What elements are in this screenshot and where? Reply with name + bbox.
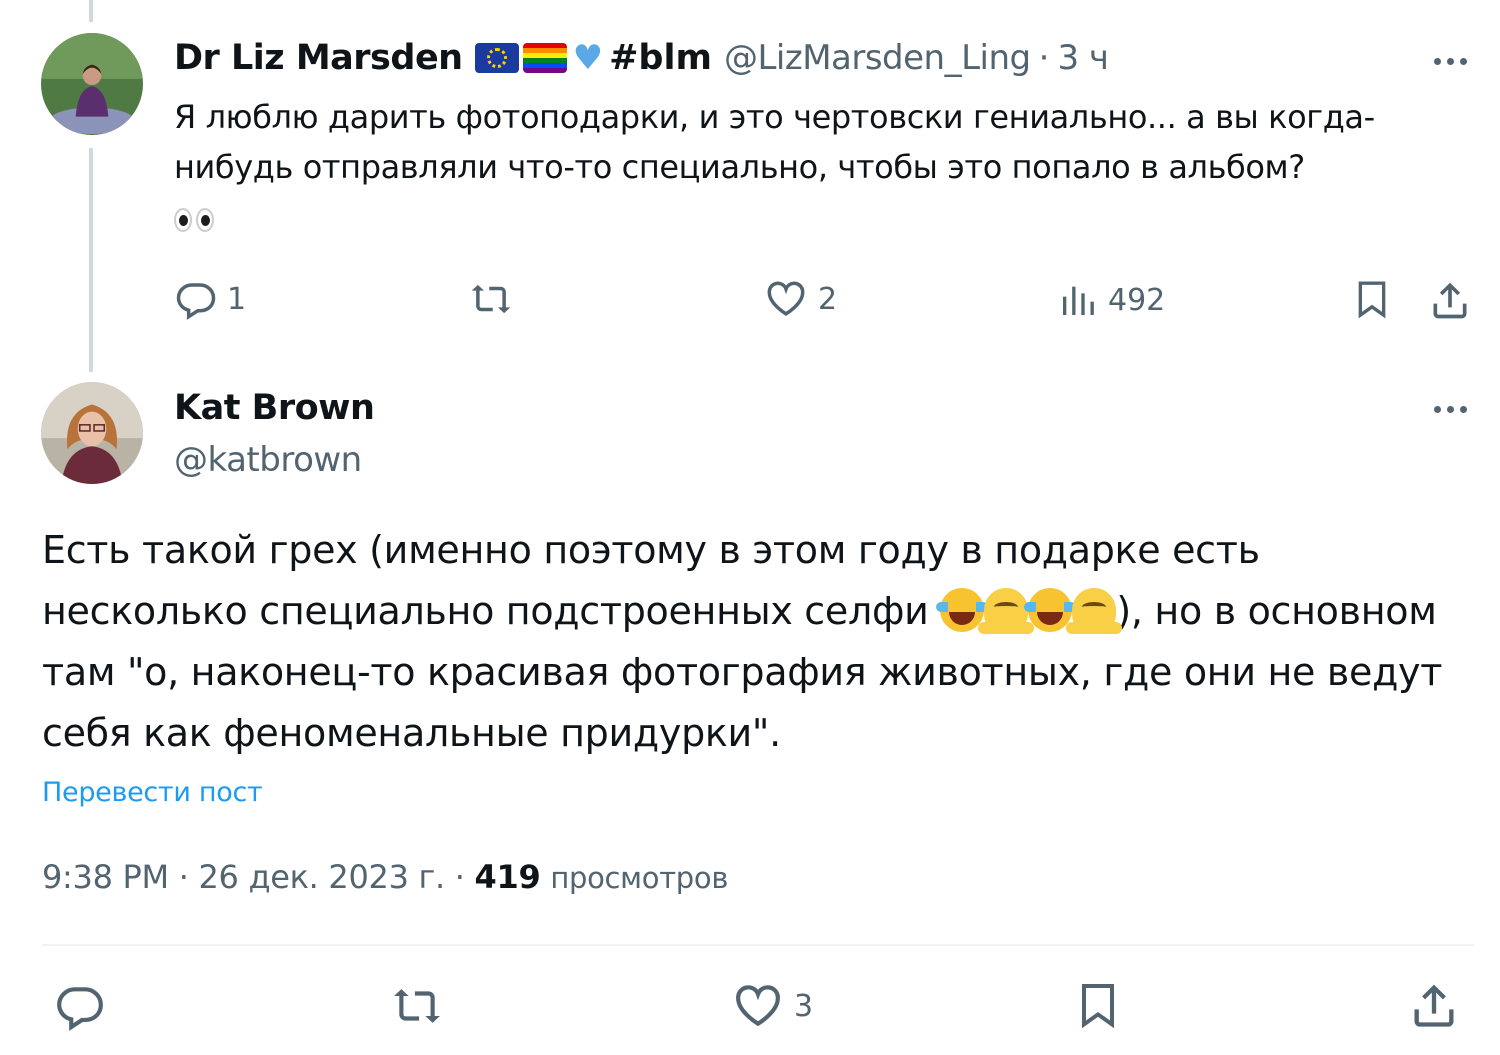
thread-connector (89, 148, 93, 372)
retweet-button[interactable] (388, 981, 446, 1031)
rainbow-flag-icon (522, 43, 567, 73)
author-handle[interactable]: @katbrown (174, 440, 362, 480)
name-hashtag: #blm (609, 38, 712, 78)
tweet1-body: Я люблю дарить фотоподарки, и это чертов… (174, 92, 1444, 242)
retweet-icon (394, 989, 440, 1023)
tweet-thread: Dr Liz Marsden ♥ #blm @LizMarsden_Ling ·… (0, 0, 1500, 1055)
heart-icon (736, 985, 780, 1027)
views-count: 492 (1108, 282, 1166, 318)
melting-face-emoji-icon (1066, 588, 1123, 634)
share-button[interactable] (1428, 278, 1472, 322)
author-name[interactable]: Dr Liz Marsden (174, 38, 463, 78)
post-views-label: просмотров (550, 861, 729, 895)
tweet2-body: Есть такой грех (именно поэтому в этом г… (42, 520, 1462, 764)
reply-icon (176, 283, 216, 320)
retweet-button[interactable] (468, 278, 514, 320)
post-time[interactable]: 3 ч (1057, 38, 1109, 78)
avatar-liz-marsden[interactable] (41, 33, 143, 135)
blue-heart-icon: ♥ (572, 38, 604, 78)
translate-post-link[interactable]: Перевести пост (42, 777, 263, 808)
share-icon (1433, 282, 1467, 319)
like-button[interactable]: 2 (764, 278, 837, 320)
views-icon (1063, 286, 1094, 315)
views-button[interactable]: 492 (1058, 280, 1165, 320)
tweet1-text: Я люблю дарить фотоподарки, и это чертов… (174, 98, 1375, 186)
share-button[interactable] (1408, 979, 1460, 1031)
bookmark-icon (1358, 281, 1386, 319)
avatar-kat-brown[interactable] (41, 382, 143, 484)
more-icon[interactable] (1425, 399, 1475, 419)
heart-icon (767, 281, 805, 316)
retweet-icon (471, 284, 511, 314)
post-view-count: 419 (474, 858, 541, 896)
tweet1-header: Dr Liz Marsden ♥ #blm @LizMarsden_Ling ·… (174, 38, 1109, 78)
name-emojis: ♥ (474, 38, 604, 78)
reply-icon (57, 987, 103, 1031)
like-button[interactable]: 3 (732, 981, 813, 1031)
bookmark-icon (1082, 984, 1114, 1029)
eyes-emoji-icon (174, 208, 214, 232)
post-metadata: 9:38 PM · 26 дек. 2023 г. · 419 просмотр… (42, 858, 728, 896)
more-icon[interactable] (1425, 51, 1475, 71)
melting-face-emoji-icon (978, 588, 1035, 634)
author-handle[interactable]: @LizMarsden_Ling (724, 38, 1031, 78)
like-count: 3 (794, 988, 814, 1024)
bookmark-button[interactable] (1352, 278, 1392, 320)
reply-count: 1 (227, 281, 247, 317)
bookmark-button[interactable] (1074, 979, 1122, 1031)
post-timestamp[interactable]: 9:38 PM · 26 дек. 2023 г. · (42, 858, 475, 896)
like-count: 2 (818, 281, 838, 317)
thread-connector-top (89, 0, 93, 22)
eu-flag-icon (474, 43, 519, 73)
author-name[interactable]: Kat Brown (174, 388, 375, 428)
reply-button[interactable] (55, 981, 105, 1031)
separator: · (1038, 38, 1050, 78)
divider (42, 944, 1474, 946)
reply-button[interactable]: 1 (175, 278, 246, 320)
share-icon (1414, 984, 1454, 1027)
